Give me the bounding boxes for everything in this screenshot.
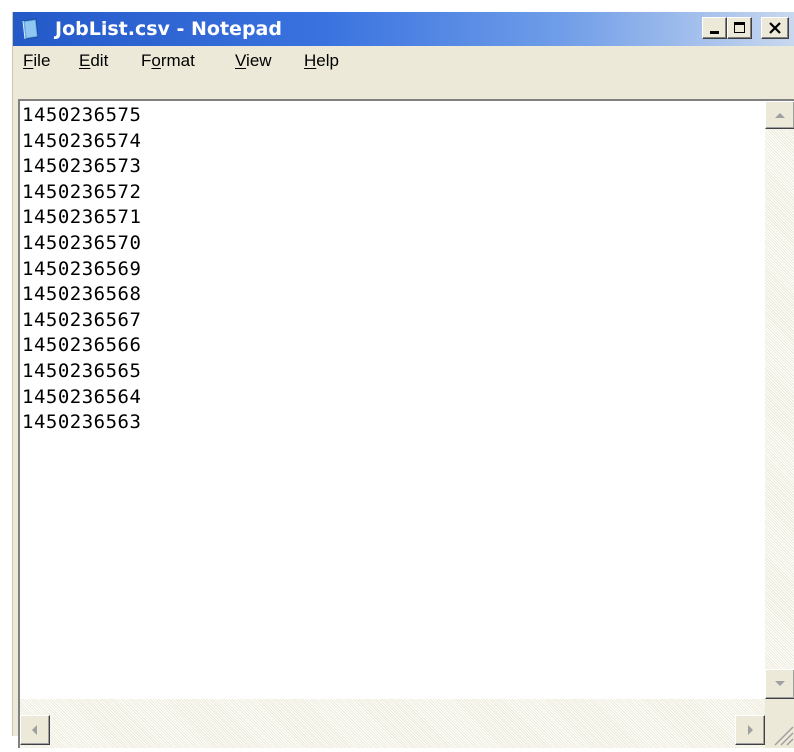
text-line: 1450236565 bbox=[22, 359, 142, 382]
notepad-window: JobList.csv - Notepad File Edit Format V… bbox=[12, 12, 794, 748]
scroll-right-button[interactable] bbox=[735, 715, 765, 745]
menu-bar: File Edit Format View Help bbox=[13, 46, 794, 76]
text-editor[interactable]: 1450236575 1450236574 1450236573 1450236572… bbox=[22, 103, 141, 436]
close-icon bbox=[769, 22, 781, 34]
arrow-down-icon bbox=[775, 681, 785, 686]
arrow-right-icon bbox=[748, 725, 753, 735]
maximize-icon bbox=[734, 22, 745, 33]
size-grip[interactable] bbox=[765, 699, 794, 748]
text-line: 1450236570 bbox=[22, 231, 142, 254]
menu-view[interactable]: View bbox=[235, 51, 272, 71]
text-line: 1450236564 bbox=[22, 385, 142, 408]
window-title: JobList.csv - Notepad bbox=[55, 18, 282, 40]
menu-file[interactable]: File bbox=[23, 51, 50, 71]
maximize-button[interactable] bbox=[727, 17, 752, 39]
text-line: 1450236575 bbox=[22, 104, 142, 126]
scroll-up-button[interactable] bbox=[765, 101, 794, 129]
title-bar[interactable]: JobList.csv - Notepad bbox=[13, 12, 794, 46]
arrow-up-icon bbox=[775, 113, 785, 118]
close-button[interactable] bbox=[761, 17, 789, 39]
text-line: 1450236569 bbox=[22, 257, 142, 280]
notepad-icon bbox=[22, 18, 39, 40]
text-line: 1450236566 bbox=[22, 334, 142, 357]
menu-help[interactable]: Help bbox=[304, 51, 339, 71]
minimize-button[interactable] bbox=[702, 17, 727, 39]
text-line: 1450236571 bbox=[22, 206, 142, 229]
text-line: 1450236573 bbox=[22, 155, 142, 178]
scroll-left-button[interactable] bbox=[20, 715, 50, 745]
menu-format[interactable]: Format bbox=[141, 51, 195, 71]
text-line: 1450236574 bbox=[22, 129, 142, 152]
editor-client-area[interactable]: 1450236575 1450236574 1450236573 1450236572… bbox=[18, 99, 794, 748]
text-line: 1450236572 bbox=[22, 180, 142, 203]
minimize-icon bbox=[710, 31, 719, 34]
menu-edit[interactable]: Edit bbox=[79, 51, 108, 71]
vertical-scrollbar[interactable] bbox=[765, 101, 794, 699]
arrow-left-icon bbox=[32, 725, 37, 735]
resize-grip-icon bbox=[774, 726, 794, 746]
text-line: 1450236563 bbox=[22, 411, 142, 434]
scroll-down-button[interactable] bbox=[765, 669, 794, 699]
text-line: 1450236568 bbox=[22, 283, 142, 306]
horizontal-scrollbar[interactable] bbox=[20, 699, 765, 748]
text-line: 1450236567 bbox=[22, 308, 142, 331]
